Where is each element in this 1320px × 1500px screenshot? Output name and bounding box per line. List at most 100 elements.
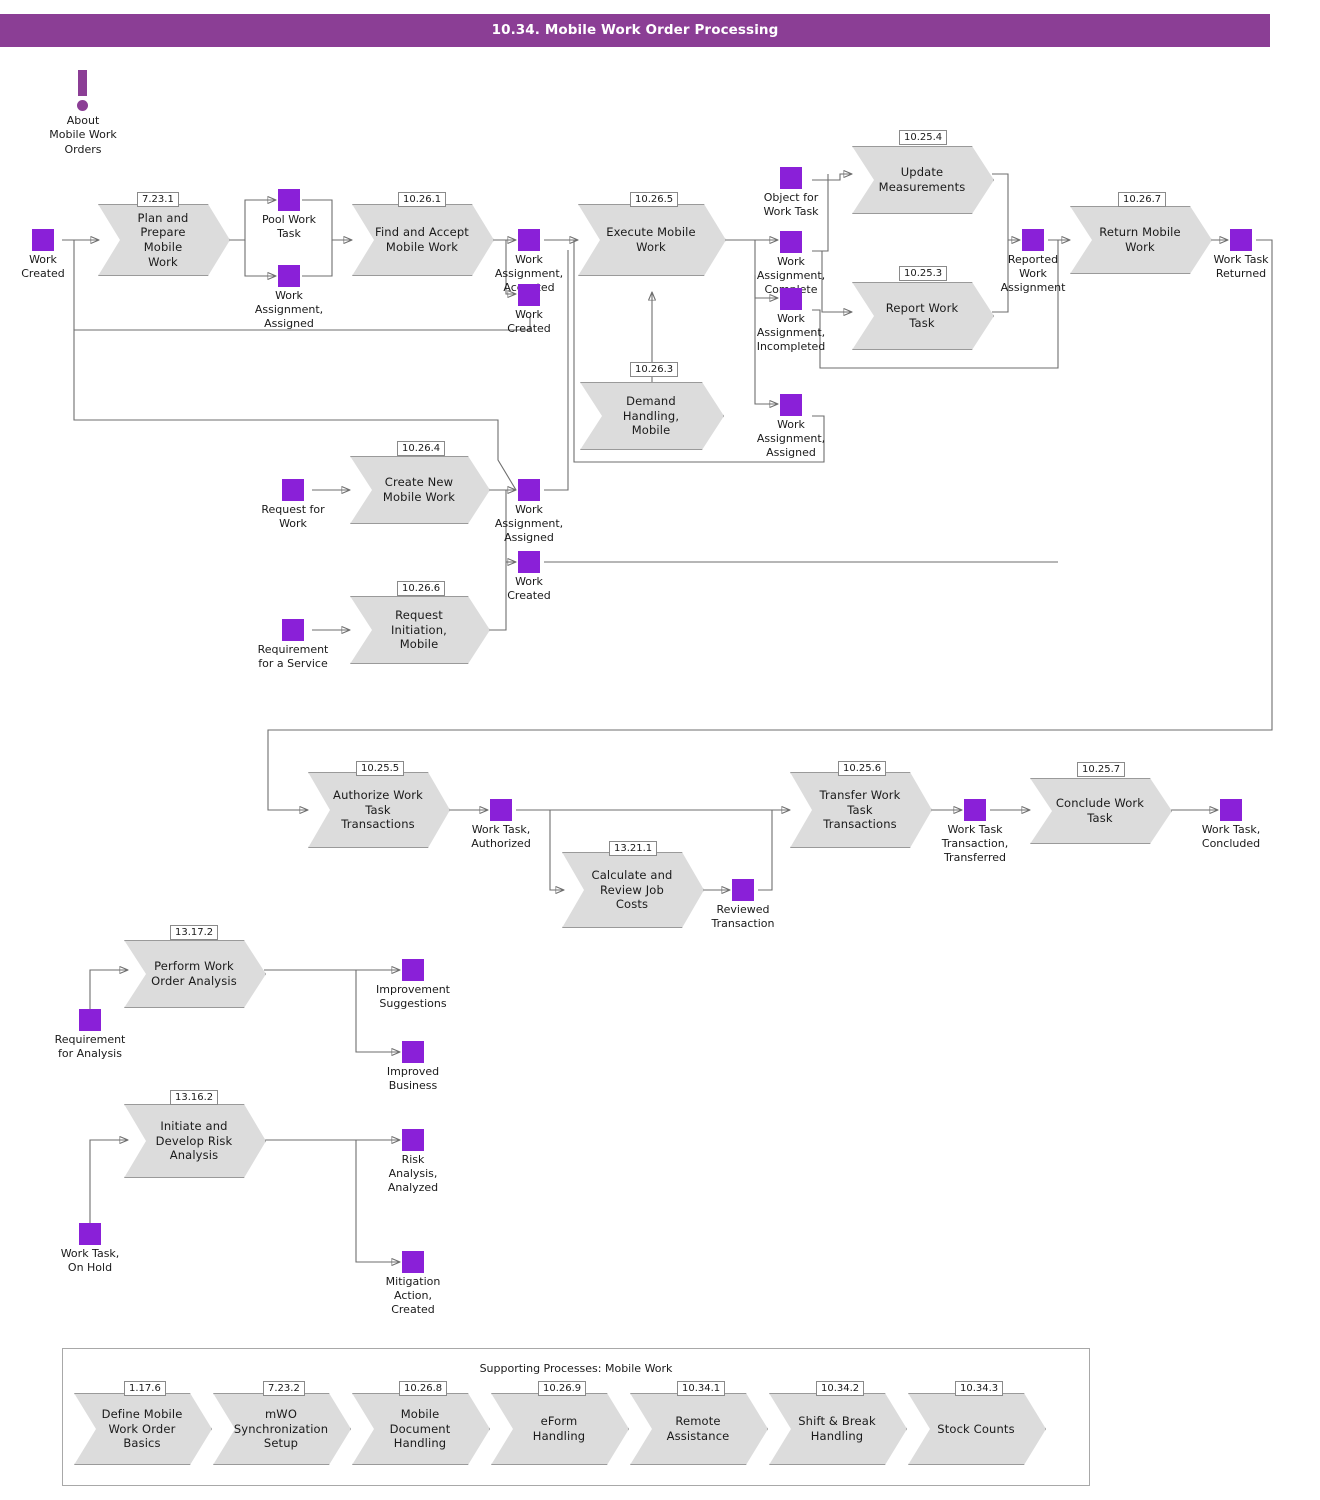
supporting-process-stock-counts[interactable]: Stock Counts [908, 1393, 1046, 1465]
process-label: Return Mobile Work [1099, 225, 1181, 254]
process-number: 10.34.3 [955, 1381, 1004, 1396]
process-number: 10.26.1 [398, 192, 447, 207]
state-square [32, 229, 54, 251]
process-initiate-develop-risk-analysis[interactable]: Initiate and Develop Risk Analysis [124, 1104, 266, 1178]
supporting-process-shift-break-handling[interactable]: Shift & Break Handling [769, 1393, 907, 1465]
process-calculate-review-job-costs[interactable]: Calculate and Review Job Costs [562, 852, 704, 928]
process-label: Shift & Break Handling [798, 1414, 876, 1443]
process-number: 10.26.8 [399, 1381, 448, 1396]
state-label: Work Task Transaction, Transferred [941, 823, 1009, 865]
process-perform-work-order-analysis[interactable]: Perform Work Order Analysis [124, 940, 266, 1008]
state-label: Work Created [507, 575, 551, 603]
process-label: Execute Mobile Work [606, 225, 696, 254]
state-label: Reviewed Transaction [711, 903, 775, 931]
process-return-mobile-work[interactable]: Return Mobile Work [1070, 206, 1212, 274]
process-number: 13.17.2 [170, 925, 219, 940]
process-number: 10.26.6 [397, 581, 446, 596]
process-label: Define Mobile Work Order Basics [101, 1406, 183, 1451]
state-label: Request for Work [261, 503, 325, 531]
process-demand-handling-mobile[interactable]: Demand Handling, Mobile [580, 382, 724, 450]
state-label: Work Assignment, Assigned [756, 418, 826, 460]
process-number: 10.25.4 [899, 130, 948, 145]
supporting-process-remote-assistance[interactable]: Remote Assistance [630, 1393, 768, 1465]
process-label: eForm Handling [532, 1414, 586, 1443]
state-square [1022, 229, 1044, 251]
process-conclude-work-task[interactable]: Conclude Work Task [1030, 778, 1172, 844]
state-label: Improved Business [386, 1065, 440, 1093]
process-label: Calculate and Review Job Costs [591, 867, 673, 912]
process-label: Find and Accept Mobile Work [375, 225, 469, 254]
supporting-process-mobile-document-handling[interactable]: Mobile Document Handling [352, 1393, 490, 1465]
process-label: Plan and Prepare Mobile Work [137, 210, 189, 269]
state-label: Requirement for Analysis [54, 1033, 126, 1061]
state-square [402, 959, 424, 981]
state-label: Work Created [21, 253, 65, 281]
exclamation-icon [78, 70, 87, 96]
process-plan-prepare-mobile-work[interactable]: Plan and Prepare Mobile Work [98, 204, 230, 276]
supporting-processes-title: Supporting Processes: Mobile Work [479, 1362, 673, 1375]
state-square [402, 1251, 424, 1273]
state-square [1230, 229, 1252, 251]
state-label: Work Task Returned [1213, 253, 1269, 281]
about-note[interactable]: About Mobile Work Orders [49, 70, 117, 156]
process-label: Authorize Work Task Transactions [333, 787, 423, 832]
supporting-process-mwo-synchronization-setup[interactable]: mWO Synchronization Setup [213, 1393, 351, 1465]
process-number: 10.34.2 [816, 1381, 865, 1396]
process-label: Request Initiation, Mobile [391, 607, 447, 652]
page-title: 10.34. Mobile Work Order Processing [491, 22, 779, 38]
state-square [780, 288, 802, 310]
state-square [278, 265, 300, 287]
process-execute-mobile-work[interactable]: Execute Mobile Work [578, 204, 726, 276]
process-label: Demand Handling, Mobile [622, 393, 680, 438]
process-create-new-mobile-work[interactable]: Create New Mobile Work [350, 456, 490, 524]
process-label: Transfer Work Task Transactions [819, 787, 901, 832]
process-number: 1.17.6 [124, 1381, 166, 1396]
process-number: 13.16.2 [170, 1090, 219, 1105]
state-square [732, 879, 754, 901]
supporting-process-define-mobile-work-order-basics[interactable]: Define Mobile Work Order Basics [74, 1393, 212, 1465]
process-number: 10.25.7 [1077, 762, 1126, 777]
process-authorize-work-task-transactions[interactable]: Authorize Work Task Transactions [308, 772, 450, 848]
process-request-initiation-mobile[interactable]: Request Initiation, Mobile [350, 596, 490, 664]
diagram-canvas: 10.34. Mobile Work Order Processing Abou… [0, 0, 1320, 1500]
process-update-measurements[interactable]: Update Measurements [852, 146, 994, 214]
process-number: 7.23.1 [137, 192, 179, 207]
process-number: 10.25.5 [356, 761, 405, 776]
state-square [79, 1223, 101, 1245]
state-label: Improvement Suggestions [376, 983, 450, 1011]
state-square [402, 1041, 424, 1063]
process-number: 10.34.1 [677, 1381, 726, 1396]
process-report-work-task[interactable]: Report Work Task [852, 282, 994, 350]
process-number: 10.26.3 [630, 362, 679, 377]
note-line-3: Orders [64, 142, 102, 156]
process-label: Conclude Work Task [1055, 796, 1145, 825]
state-label: Work Task, On Hold [60, 1247, 120, 1275]
state-square [780, 394, 802, 416]
page-header: 10.34. Mobile Work Order Processing [0, 14, 1270, 47]
state-label: Requirement for a Service [257, 643, 329, 671]
process-label: mWO Synchronization Setup [233, 1406, 329, 1451]
supporting-process-eform-handling[interactable]: eForm Handling [491, 1393, 629, 1465]
state-square [780, 231, 802, 253]
process-number: 7.23.2 [263, 1381, 305, 1396]
process-transfer-work-task-transactions[interactable]: Transfer Work Task Transactions [790, 772, 932, 848]
state-label: Pool Work Task [261, 213, 317, 241]
process-label: Perform Work Order Analysis [151, 959, 237, 988]
state-square [518, 284, 540, 306]
state-label: Work Assignment, Assigned [254, 289, 324, 331]
state-label: Work Created [507, 308, 551, 336]
process-label: Initiate and Develop Risk Analysis [155, 1118, 233, 1163]
about-note-label: About Mobile Work Orders [49, 114, 116, 157]
state-square [278, 189, 300, 211]
process-label: Mobile Document Handling [389, 1406, 451, 1451]
state-square [490, 799, 512, 821]
process-number: 10.26.5 [630, 192, 679, 207]
state-square [518, 479, 540, 501]
state-label: Reported Work Assignment [1000, 253, 1066, 295]
note-line-2: Mobile Work [49, 128, 117, 142]
state-square [518, 229, 540, 251]
process-find-and-accept-mobile-work[interactable]: Find and Accept Mobile Work [352, 204, 494, 276]
state-square [1220, 799, 1242, 821]
process-label: Remote Assistance [666, 1414, 730, 1443]
state-label: Risk Analysis, Analyzed [387, 1153, 439, 1195]
